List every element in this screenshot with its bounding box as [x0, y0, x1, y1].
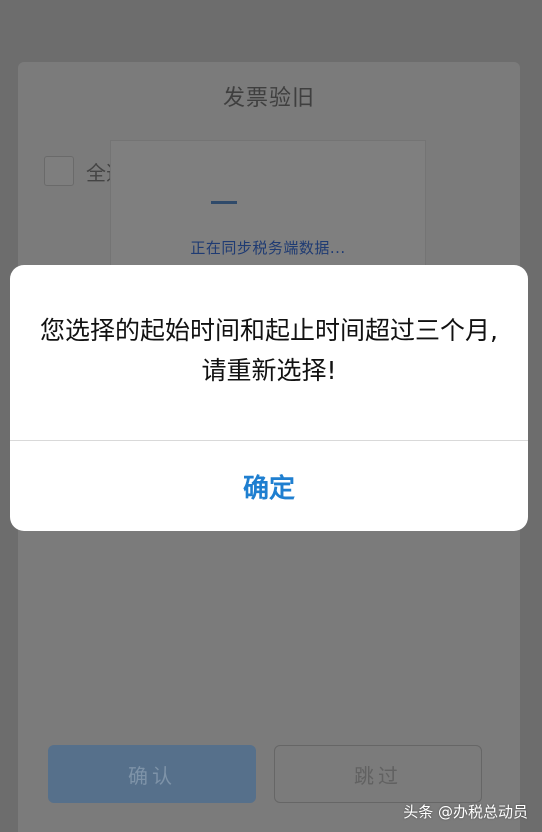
confirm-button[interactable]: 确认	[48, 745, 256, 803]
loading-spinner-icon	[211, 201, 237, 204]
skip-button[interactable]: 跳过	[274, 745, 482, 803]
loading-text: 正在同步税务端数据...	[190, 239, 346, 257]
select-all-checkbox[interactable]	[44, 156, 74, 186]
watermark: 头条 @办税总动员	[403, 803, 528, 821]
loading-panel: 正在同步税务端数据...	[110, 140, 426, 280]
select-all-row[interactable]: 全选	[44, 156, 110, 186]
page-title: 发票验旧	[222, 86, 315, 111]
alert-dialog: 您选择的起始时间和起止时间超过三个月,请重新选择! 确定	[10, 265, 528, 531]
select-all-label: 全选	[86, 160, 110, 185]
alert-ok-button[interactable]: 确定	[10, 441, 528, 531]
alert-message: 您选择的起始时间和起止时间超过三个月,请重新选择!	[40, 316, 498, 385]
